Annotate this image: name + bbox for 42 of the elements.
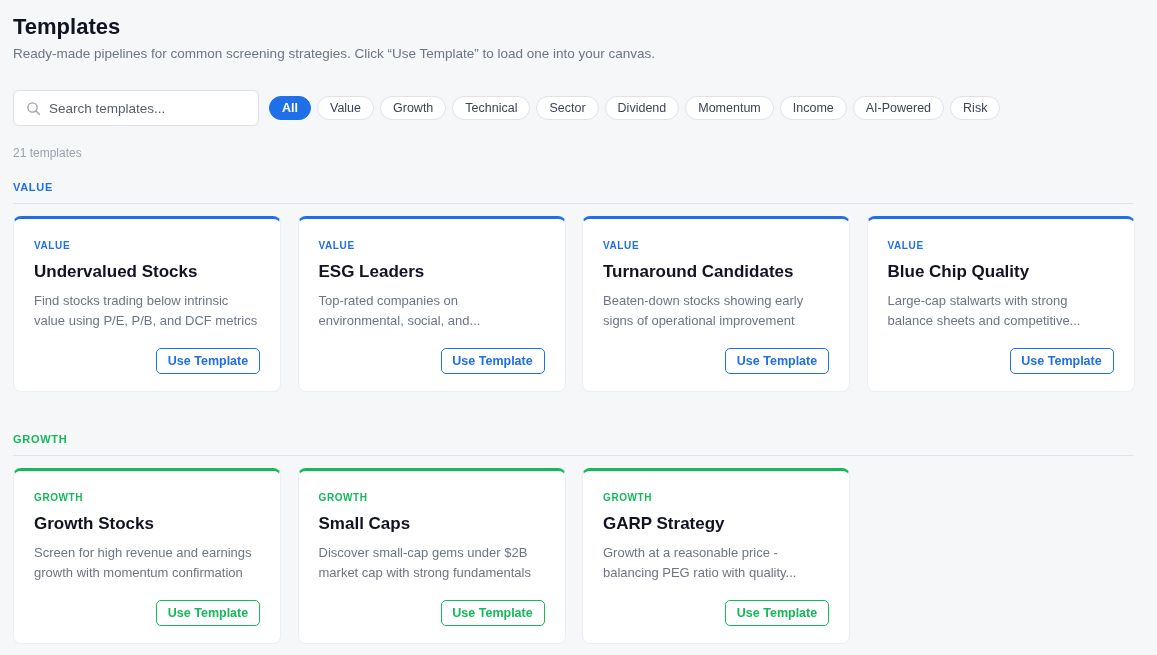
use-template-button[interactable]: Use Template [440,348,545,374]
search-icon [27,102,40,115]
card-title: Turnaround Candidates [603,261,794,283]
filter-chip[interactable]: Momentum [685,96,774,120]
filter-chip[interactable]: Risk [950,96,1001,120]
card-description: Top-rated companies on environmental, social, and... [318,292,482,330]
filter-chip[interactable]: Dividend [604,96,680,120]
card-title: Blue Chip Quality [887,261,1030,283]
card-category: VALUE [34,239,71,252]
filter-chip[interactable]: AI-Powered [852,96,945,120]
page-title: Templates [13,13,121,41]
card-category: GROWTH [318,491,368,504]
card-title: Undervalued Stocks [34,261,198,283]
filter-chip[interactable]: Sector [536,96,599,120]
card-description: Find stocks trading below intrinsic value using P/E, P/B, and DCF metrics [34,292,259,330]
card-description: Large-cap stalwarts with strong balance sheets and competitive... [887,292,1082,330]
card-title: Growth Stocks [34,513,154,535]
card-title: Small Caps [318,513,411,535]
use-template-button[interactable]: Use Template [725,348,829,374]
use-template-button[interactable]: Use Template [1009,348,1114,374]
card-description: Beaten-down stocks showing early signs of operational improvement [603,292,805,330]
section-heading: GROWTH [13,432,68,446]
card-category: GROWTH [603,491,653,504]
filter-chip[interactable]: Growth [380,96,447,120]
search-field[interactable]: Search templates... [13,90,259,126]
card-description: Growth at a reasonable price - balancing PEG ratio with quality... [603,544,798,582]
card-category: VALUE [318,239,355,252]
card-category: VALUE [887,239,924,252]
use-template-button[interactable]: Use Template [156,348,260,374]
filter-chip[interactable]: Technical [452,96,531,120]
card-title: GARP Strategy [603,513,725,535]
page-subtitle: Ready-made pipelines for common screening strategies. Click “Use Template” to load one into your canvas. [13,45,656,63]
section-heading: VALUE [13,180,53,194]
filter-chip[interactable]: Value [317,96,375,120]
filter-chip[interactable]: Income [779,96,847,120]
card-category: VALUE [603,239,640,252]
template-count: 21 templates [13,145,82,161]
card-category: GROWTH [34,491,84,504]
card-description: Screen for high revenue and earnings growth with momentum confirmation [34,544,253,582]
card-title: ESG Leaders [318,261,425,283]
filter-chip[interactable]: All [269,96,311,120]
card-description: Discover small-cap gems under $2B market cap with strong fundamentals [318,544,532,582]
